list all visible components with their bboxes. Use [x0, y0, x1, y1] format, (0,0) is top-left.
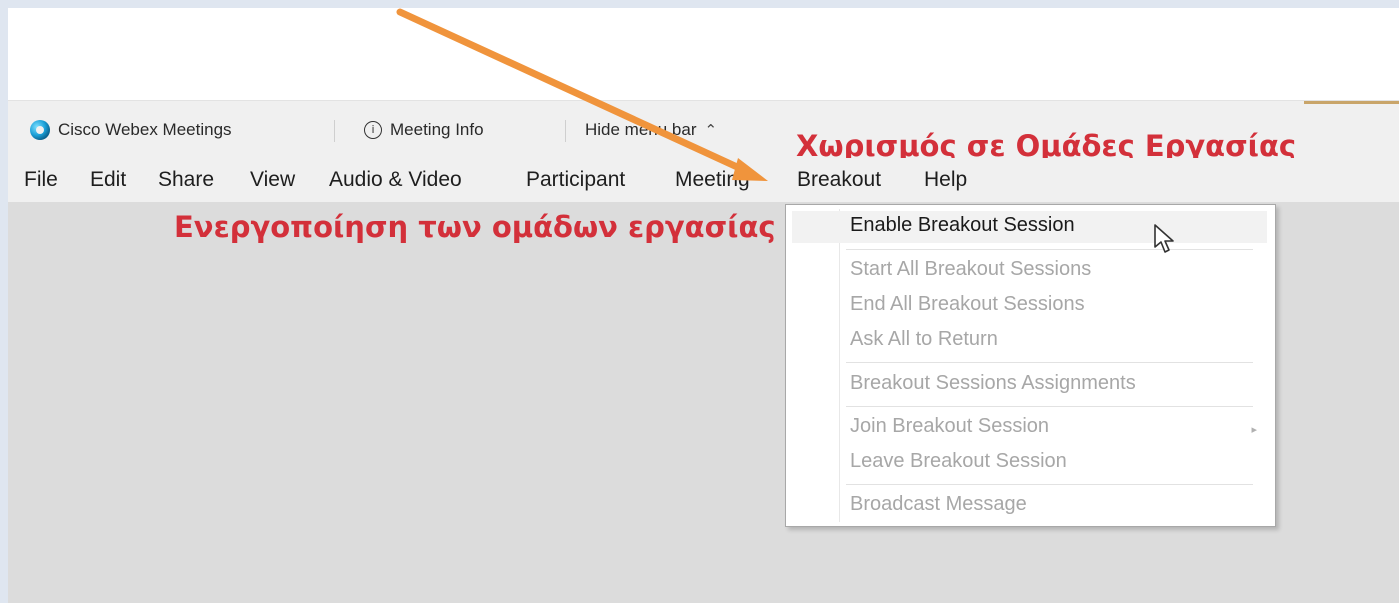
annotation-arrow-icon	[396, 8, 768, 181]
